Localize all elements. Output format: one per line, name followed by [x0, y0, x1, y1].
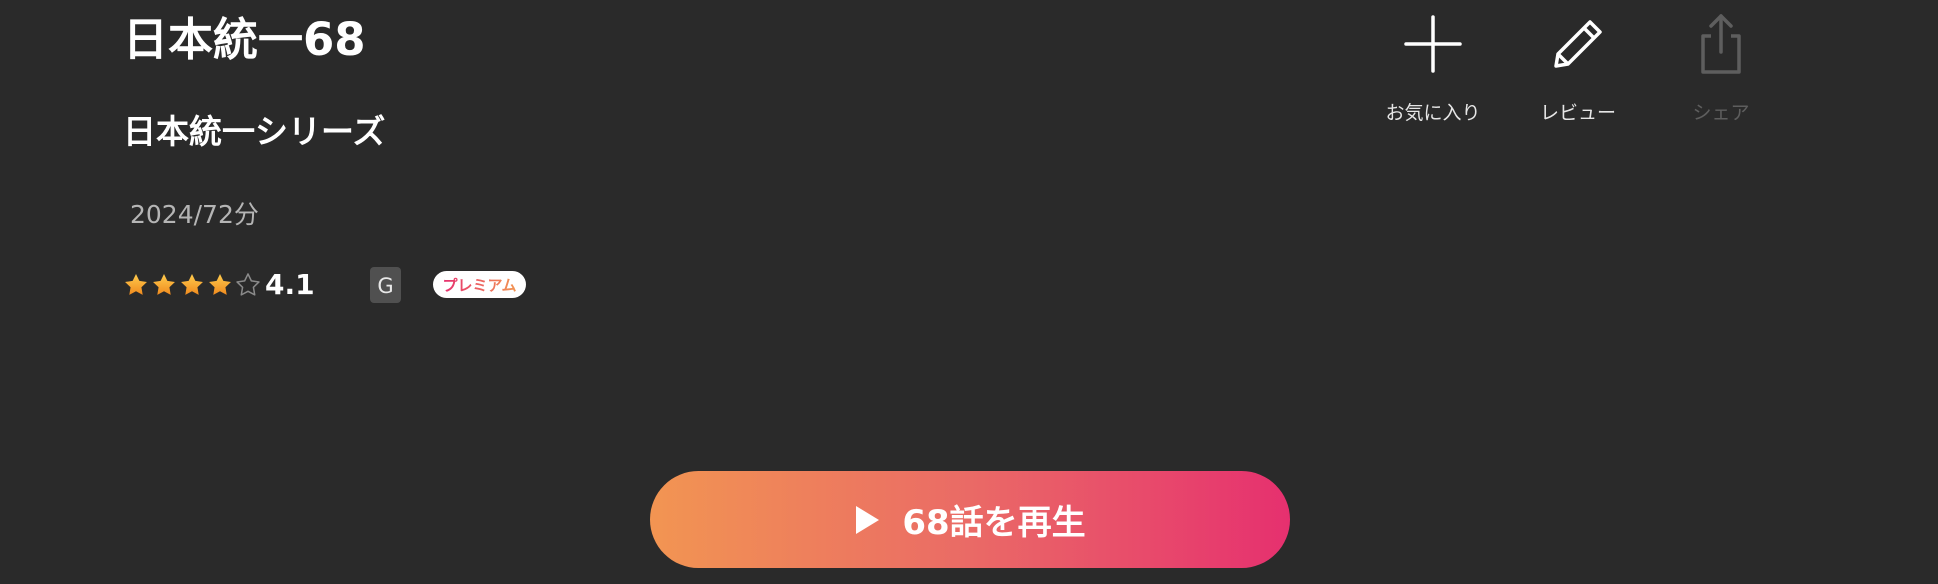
- share-label: シェア: [1692, 102, 1750, 124]
- release-year-duration: 2024/72分: [130, 200, 259, 229]
- star-empty-icon: [236, 273, 260, 296]
- review-label: レビュー: [1539, 102, 1616, 124]
- content-detail-page: 日本統一68 日本統一シリーズ 2024/72分 4.1 G プレミアム お気に…: [0, 0, 1938, 584]
- star-filled-icon: [153, 273, 175, 295]
- premium-badge: プレミアム: [433, 271, 526, 298]
- favorite-button[interactable]: お気に入り: [1373, 10, 1493, 130]
- share-icon: [1701, 14, 1741, 74]
- star-filled-icon: [209, 273, 231, 295]
- star-rating: [123, 268, 263, 302]
- play-button[interactable]: 68話を再生: [650, 471, 1290, 568]
- rating-value: 4.1: [265, 268, 315, 301]
- age-rating-badge: G: [370, 267, 401, 303]
- play-label: 68話を再生: [902, 503, 1086, 543]
- series-title: 日本統一シリーズ: [123, 112, 386, 151]
- action-bar: お気に入り レビュー シェア: [1373, 10, 1773, 130]
- share-button[interactable]: シェア: [1661, 10, 1781, 130]
- page-title: 日本統一68: [123, 13, 366, 66]
- plus-icon: [1404, 15, 1462, 73]
- play-icon: [856, 505, 880, 534]
- rating-row: 4.1 G プレミアム: [123, 265, 543, 305]
- star-filled-icon: [181, 273, 203, 295]
- favorite-label: お気に入り: [1385, 102, 1481, 124]
- premium-label: プレミアム: [443, 277, 517, 295]
- pencil-icon: [1554, 20, 1602, 68]
- play-button-content: 68話を再生: [650, 471, 1290, 568]
- star-filled-icon: [125, 273, 147, 295]
- review-button[interactable]: レビュー: [1518, 10, 1638, 130]
